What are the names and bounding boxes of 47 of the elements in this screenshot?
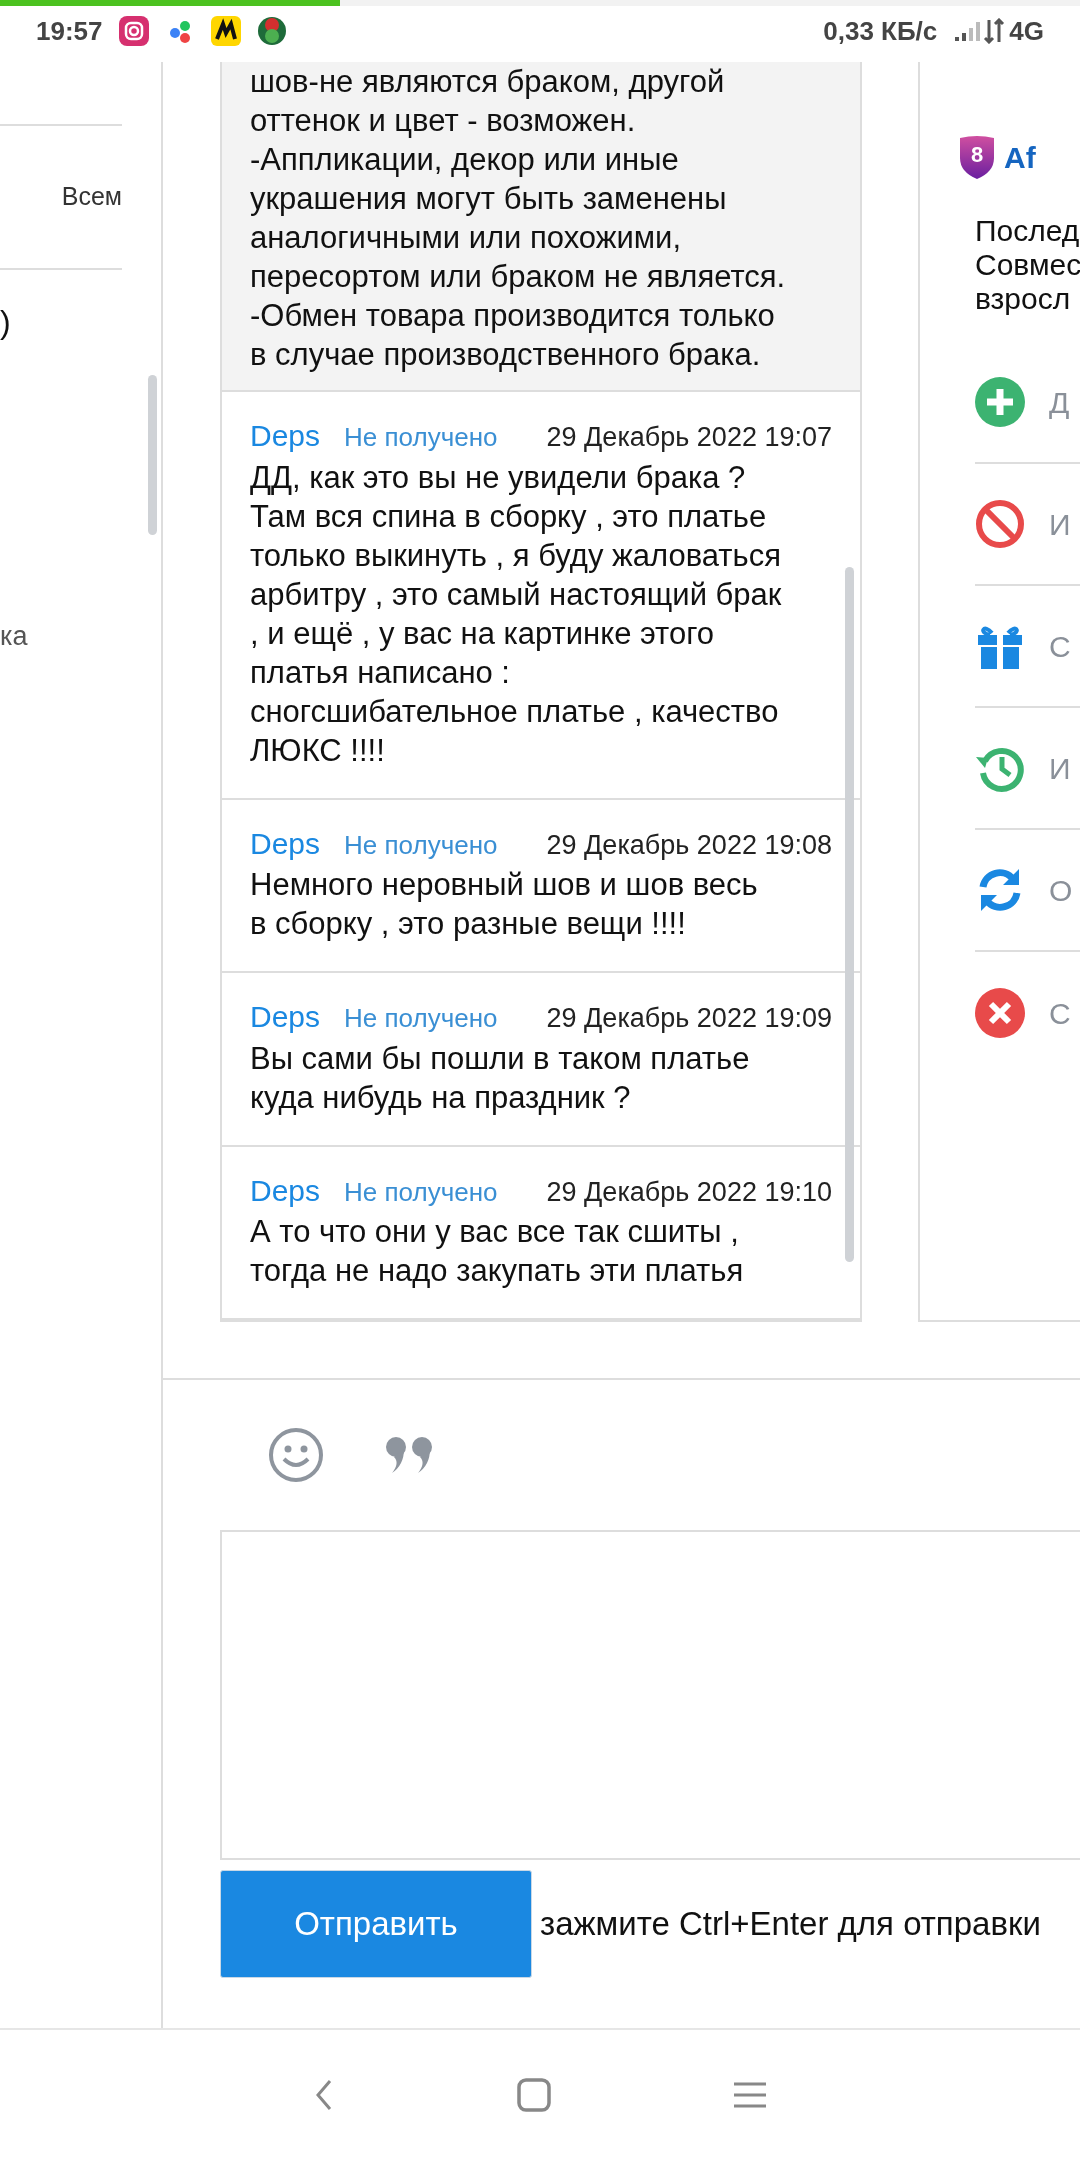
smiley-icon <box>268 1427 324 1483</box>
action-link[interactable]: О <box>1049 867 1073 913</box>
action-link[interactable]: Д <box>1049 379 1070 425</box>
message-status: Не получено <box>344 1002 498 1035</box>
author-link[interactable]: Deps <box>250 823 321 864</box>
action-link[interactable]: И <box>1049 501 1071 547</box>
shield-icon <box>958 134 996 180</box>
profile-name[interactable]: Af <box>1004 134 1036 180</box>
menu-icon <box>732 2080 768 2110</box>
scrollbar[interactable] <box>148 375 157 535</box>
data-arrows-icon <box>983 18 1006 44</box>
profile-description: Совмес <box>975 248 1080 282</box>
message-text: ДД, как это вы не увидели брака ? Там вся спина в сборку , это платье только выкинуть , я буду жаловаться арбитру , это самый настоящий брак , и ещё , у вас на картинке этого платья написано : сногсшибательное платье , качество ЛЮКС !!!! <box>250 458 783 770</box>
message-status: Не получено <box>344 828 498 862</box>
sidebar-text: Всем <box>61 181 122 213</box>
action-link[interactable]: С <box>1049 623 1071 669</box>
hint-text: зажмите Ctrl+Enter для отправки <box>540 1904 1041 1945</box>
message-input[interactable] <box>220 1530 1080 1860</box>
status-time: 19:57 <box>36 14 103 48</box>
message-date: 29 Декабрь 2022 19:08 <box>546 828 832 862</box>
frog-app-icon <box>256 16 287 46</box>
level-number: 8 <box>969 142 985 168</box>
home-icon <box>516 2077 552 2113</box>
profile-description: взросл <box>975 282 1072 316</box>
sidebar-text: ка <box>0 620 29 653</box>
message-text: А то что они у вас все так сшиты , тогда не надо закупать эти платья <box>250 1213 745 1290</box>
action-link[interactable]: С <box>1049 990 1071 1036</box>
message-status: Не получено <box>344 421 498 454</box>
message-date: 29 Декабрь 2022 19:07 <box>546 421 832 454</box>
profile-description: Послед <box>975 214 1080 248</box>
message-text: шов-не являются браком, другой оттенок и цвет - возможен. -Аппликации, декор или иные украшения могут быть заменены аналогичными или похожими, пересортом или браком не является. -Обмен товара производится только в случае производственного брака. <box>222 62 860 392</box>
message-date: 29 Декабрь 2022 19:10 <box>546 1175 832 1209</box>
message-text: Немного неровный шов и шов весь в сборку , это разные вещи !!!! <box>250 866 759 943</box>
network-type: 4G <box>1009 14 1044 48</box>
message-status: Не получено <box>344 1175 498 1209</box>
author-link[interactable]: Deps <box>250 416 321 456</box>
zigzag-app-icon <box>210 16 241 46</box>
message-text: Вы сами бы пошли в таком платье куда нибудь на праздник ? <box>250 1039 751 1117</box>
message-date: 29 Декабрь 2022 19:09 <box>546 1002 832 1035</box>
send-button[interactable]: Отправить <box>220 1870 532 1978</box>
sidebar-text: ) <box>0 303 12 342</box>
camera-app-icon <box>118 16 149 46</box>
scrollbar[interactable] <box>845 567 854 1262</box>
action-link[interactable]: И <box>1049 745 1071 791</box>
author-link[interactable]: Deps <box>250 997 321 1037</box>
author-link[interactable]: Deps <box>250 1170 321 1211</box>
network-speed: 0,33 КБ/с <box>823 14 938 48</box>
